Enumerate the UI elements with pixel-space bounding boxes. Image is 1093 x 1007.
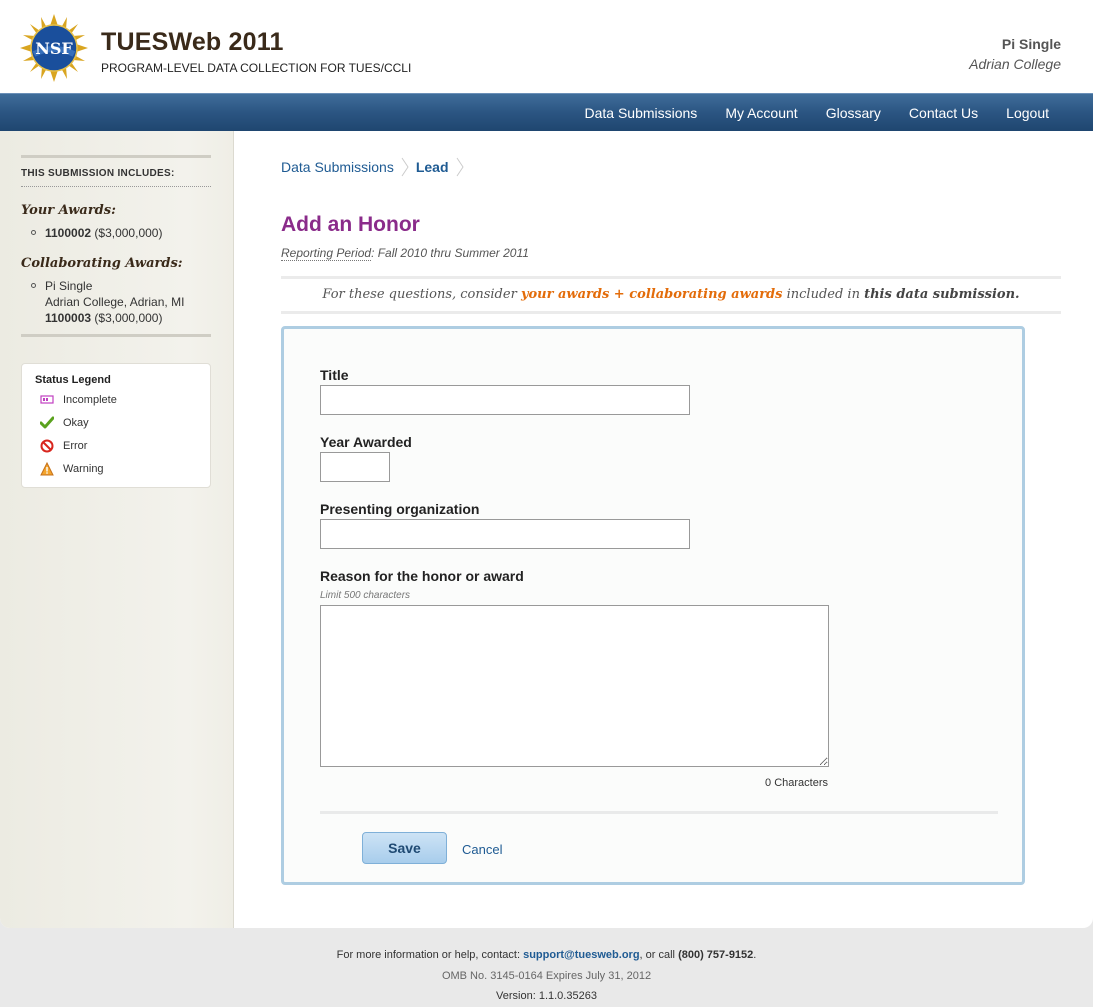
footer: For more information or help, contact: s… [0, 928, 1093, 1007]
your-awards-list: 1100002 ($3,000,000) [31, 225, 162, 241]
title-label: Title [320, 367, 349, 383]
nav-data-submissions[interactable]: Data Submissions [570, 105, 711, 121]
footer-version: Version: 1.1.0.35263 [496, 990, 597, 1002]
sidebar: THIS SUBMISSION INCLUDES: Your Awards: 1… [0, 131, 234, 928]
sidebar-divider [21, 334, 211, 337]
breadcrumb-data-submissions[interactable]: Data Submissions [281, 159, 394, 175]
legend-title: Status Legend [35, 374, 111, 386]
svg-text:NSF: NSF [35, 39, 73, 58]
support-phone: (800) 757-9152 [678, 949, 754, 961]
year-awarded-label: Year Awarded [320, 434, 412, 450]
chevron-right-icon [401, 157, 409, 177]
notice-highlight: your awards + collaborating awards [520, 287, 783, 302]
page: NSF TUESWeb 2011 PROGRAM-LEVEL DATA COLL… [0, 0, 1093, 928]
legend-label: Incomplete [63, 394, 117, 406]
footer-text: For more information or help, contact: [336, 949, 524, 961]
list-item: Pi Single Adrian College, Adrian, MI 110… [31, 278, 184, 326]
title-input[interactable] [320, 385, 690, 415]
list-item: 1100002 ($3,000,000) [31, 225, 162, 241]
check-icon [40, 416, 54, 429]
sidebar-dotted-divider [21, 186, 211, 187]
year-awarded-input[interactable] [320, 452, 390, 482]
nsf-logo[interactable]: NSF [20, 14, 88, 82]
award-id: 1100002 [45, 226, 92, 240]
footer-text: , or call [639, 949, 679, 961]
notice-text: included in [782, 287, 865, 302]
award-id: 1100003 [45, 311, 92, 325]
user-organization: Adrian College [969, 56, 1061, 72]
notice-text: For these questions, consider [322, 287, 521, 302]
reason-limit-hint: Limit 500 characters [320, 590, 411, 601]
user-name: Pi Single [1001, 36, 1061, 52]
submission-includes-heading: THIS SUBMISSION INCLUDES: [21, 168, 175, 179]
honor-form: Title Year Awarded Presenting organizati… [281, 326, 1025, 885]
reason-label: Reason for the honor or award [320, 568, 524, 584]
chevron-right-icon [456, 157, 464, 177]
award-amount: ($3,000,000) [94, 226, 163, 240]
footer-omb: OMB No. 3145-0164 Expires July 31, 2012 [441, 970, 652, 982]
scope-notice: For these questions, consider your award… [281, 276, 1061, 314]
notice-strong: this data submission. [864, 287, 1020, 302]
reason-textarea[interactable] [320, 605, 829, 767]
award-amount: ($3,000,000) [94, 311, 163, 325]
legend-label: Error [63, 440, 88, 452]
nav-glossary[interactable]: Glossary [812, 105, 895, 121]
legend-item-warning: Warning [40, 462, 104, 476]
app-title: TUESWeb 2011 [101, 28, 284, 56]
sidebar-divider [21, 155, 211, 158]
nav-logout[interactable]: Logout [992, 105, 1063, 121]
app-subtitle: PROGRAM-LEVEL DATA COLLECTION FOR TUES/C… [101, 61, 412, 75]
warning-icon [40, 462, 54, 476]
nav-my-account[interactable]: My Account [711, 105, 811, 121]
presenting-organization-input[interactable] [320, 519, 690, 549]
reporting-period-value: : Fall 2010 thru Summer 2011 [371, 246, 529, 260]
reporting-period-label[interactable]: Reporting Period [281, 246, 372, 261]
main-nav: Data Submissions My Account Glossary Con… [0, 93, 1093, 131]
legend-label: Okay [63, 417, 89, 429]
footer-text: . [753, 949, 757, 961]
collab-awards-list: Pi Single Adrian College, Adrian, MI 110… [31, 278, 184, 326]
support-email-link[interactable]: support@tuesweb.org [523, 949, 639, 961]
your-awards-heading: Your Awards: [21, 203, 116, 218]
reporting-period: Reporting Period: Fall 2010 thru Summer … [281, 246, 529, 261]
breadcrumb-lead[interactable]: Lead [416, 159, 449, 175]
collab-pi-name: Pi Single [45, 279, 93, 293]
collab-location: Adrian College, Adrian, MI [45, 295, 185, 309]
character-count: 0 Characters [765, 777, 828, 789]
error-icon [40, 439, 54, 453]
save-button[interactable]: Save [362, 832, 447, 864]
nav-contact-us[interactable]: Contact Us [895, 105, 992, 121]
presenting-organization-label: Presenting organization [320, 501, 480, 517]
breadcrumb: Data Submissions Lead [281, 157, 471, 177]
status-legend: Status Legend Incomplete Okay Error Warn… [21, 363, 211, 488]
page-title: Add an Honor [281, 213, 420, 236]
legend-label: Warning [63, 463, 104, 475]
footer-help: For more information or help, contact: s… [0, 949, 1093, 961]
collab-awards-heading: Collaborating Awards: [21, 256, 183, 271]
header: NSF TUESWeb 2011 PROGRAM-LEVEL DATA COLL… [0, 0, 1093, 93]
legend-item-error: Error [40, 439, 87, 453]
incomplete-icon [40, 395, 54, 404]
cancel-link[interactable]: Cancel [462, 842, 502, 857]
legend-item-okay: Okay [40, 416, 89, 430]
legend-item-incomplete: Incomplete [40, 393, 117, 407]
form-divider [320, 811, 998, 814]
